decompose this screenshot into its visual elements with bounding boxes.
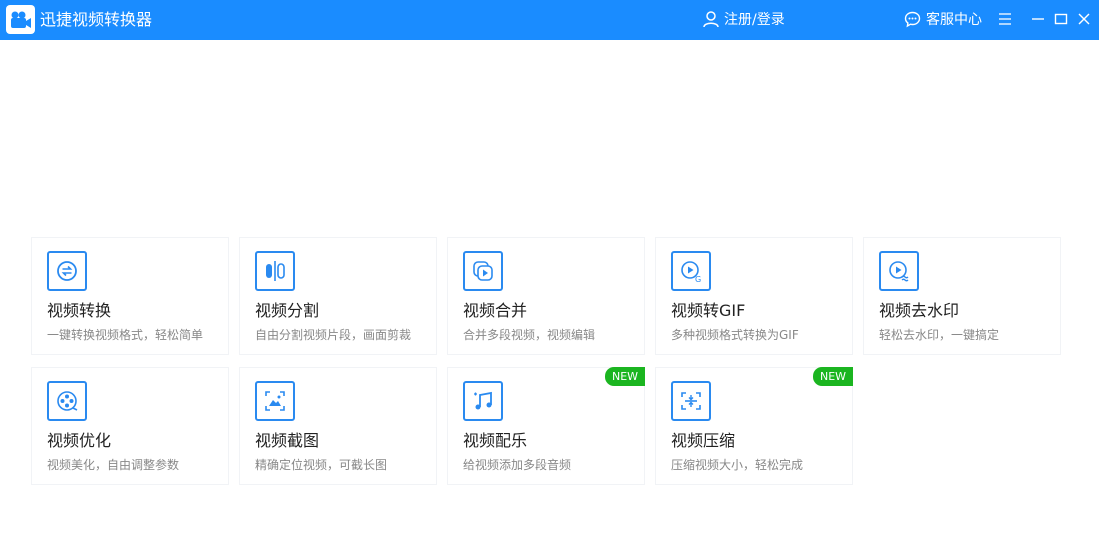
- close-icon: [1078, 13, 1090, 25]
- tool-card-gif[interactable]: G 视频转GIF 多种视频格式转换为GIF: [655, 237, 853, 355]
- login-label: 注册/登录: [724, 12, 785, 28]
- customer-service-button[interactable]: 客服中心: [904, 8, 982, 30]
- minimize-button[interactable]: [1028, 9, 1048, 29]
- tool-title: 视频去水印: [879, 301, 960, 320]
- watermark-icon: [879, 251, 919, 291]
- hamburger-menu-icon: [999, 13, 1011, 25]
- maximize-icon: [1054, 13, 1068, 25]
- new-badge: NEW: [605, 367, 645, 386]
- new-badge: NEW: [813, 367, 853, 386]
- tool-desc: 精确定位视频，可截长图: [255, 458, 388, 472]
- tool-desc: 给视频添加多段音频: [463, 458, 572, 472]
- screenshot-icon: [255, 381, 295, 421]
- tool-card-watermark[interactable]: 视频去水印 轻松去水印，一键搞定: [863, 237, 1061, 355]
- user-icon: [703, 11, 719, 28]
- tool-title: 视频配乐: [463, 431, 528, 450]
- gif-icon: G: [671, 251, 711, 291]
- film-reel-icon: [47, 381, 87, 421]
- tool-desc: 一键转换视频格式，轻松简单: [47, 328, 204, 342]
- tool-desc: 压缩视频大小，轻松完成: [671, 458, 804, 472]
- tool-title: 视频优化: [47, 431, 112, 450]
- tool-title: 视频合并: [463, 301, 528, 320]
- chat-bubble-icon: [904, 11, 921, 27]
- tool-desc: 自由分割视频片段，画面剪裁: [255, 328, 412, 342]
- app-logo-icon: [6, 5, 35, 34]
- svg-text:G: G: [695, 275, 701, 283]
- tool-card-music[interactable]: NEW 视频配乐 给视频添加多段音频: [447, 367, 645, 485]
- login-button[interactable]: 注册/登录: [702, 8, 785, 30]
- customer-service-label: 客服中心: [926, 12, 982, 28]
- maximize-button[interactable]: [1051, 9, 1071, 29]
- menu-button[interactable]: [995, 9, 1015, 29]
- music-note-icon: [463, 381, 503, 421]
- tool-card-convert[interactable]: 视频转换 一键转换视频格式，轻松简单: [31, 237, 229, 355]
- tool-desc: 合并多段视频，视频编辑: [463, 328, 596, 342]
- tool-title: 视频转换: [47, 301, 112, 320]
- tool-card-compress[interactable]: NEW 视频压缩 压缩视频大小，轻松完成: [655, 367, 853, 485]
- tool-title: 视频分割: [255, 301, 320, 320]
- close-button[interactable]: [1074, 9, 1094, 29]
- tool-desc: 视频美化，自由调整参数: [47, 458, 180, 472]
- compress-icon: [671, 381, 711, 421]
- tool-card-split[interactable]: 视频分割 自由分割视频片段，画面剪裁: [239, 237, 437, 355]
- convert-icon: [47, 251, 87, 291]
- merge-icon: [463, 251, 503, 291]
- tool-desc: 轻松去水印，一键搞定: [879, 328, 1000, 342]
- minimize-icon: [1032, 18, 1044, 20]
- tool-card-merge[interactable]: 视频合并 合并多段视频，视频编辑: [447, 237, 645, 355]
- tool-card-screenshot[interactable]: 视频截图 精确定位视频，可截长图: [239, 367, 437, 485]
- app-title: 迅捷视频转换器: [40, 10, 153, 29]
- tool-desc: 多种视频格式转换为GIF: [671, 328, 799, 342]
- title-bar: 迅捷视频转换器 注册/登录 客服中心: [0, 0, 1099, 40]
- tool-card-optimize[interactable]: 视频优化 视频美化，自由调整参数: [31, 367, 229, 485]
- tool-title: 视频转GIF: [671, 301, 746, 320]
- tool-title: 视频压缩: [671, 431, 736, 450]
- tool-title: 视频截图: [255, 431, 320, 450]
- split-icon: [255, 251, 295, 291]
